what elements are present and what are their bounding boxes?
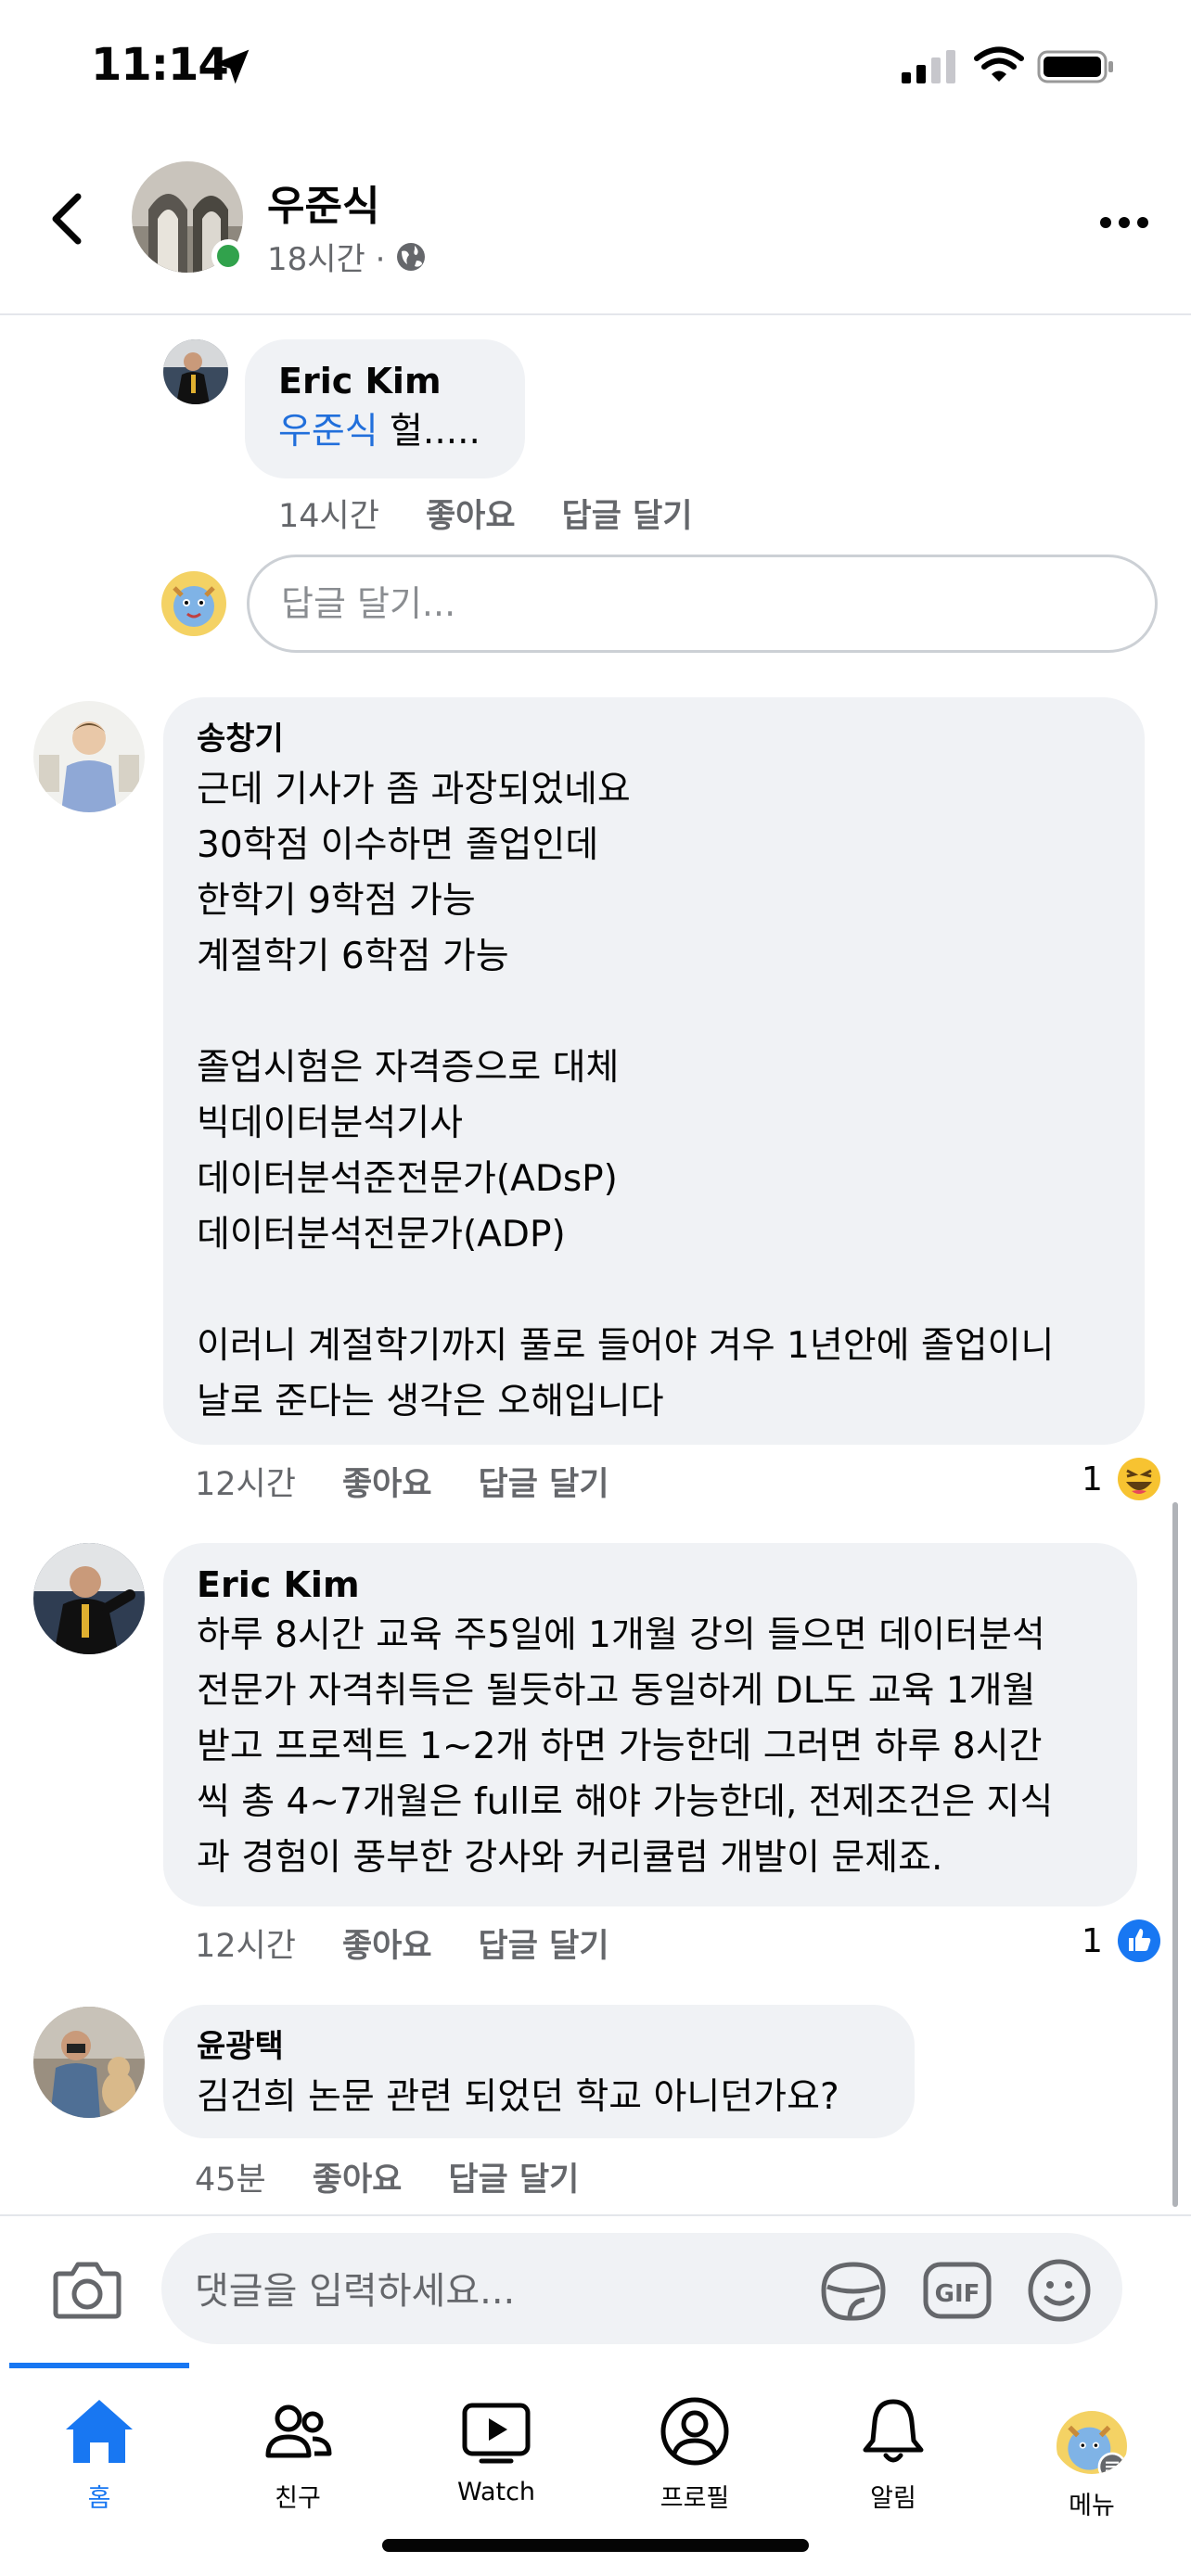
- comment-bubble[interactable]: 윤광택 김건희 논문 관련 되었던 학교 아니던가요?: [163, 2005, 915, 2138]
- tab-label: 알림: [870, 2484, 916, 2513]
- current-user-avatar: [161, 571, 226, 636]
- comment-author[interactable]: 윤광택: [197, 2023, 881, 2070]
- home-indicator[interactable]: [382, 2539, 809, 2552]
- watch-icon: [462, 2403, 531, 2464]
- gif-icon[interactable]: GIF: [922, 2259, 992, 2322]
- more-options-icon[interactable]: [1096, 204, 1152, 241]
- comment-author[interactable]: 송창기: [197, 716, 1111, 762]
- reaction-summary[interactable]: 1: [1082, 1456, 1162, 1502]
- comment-author[interactable]: Eric Kim: [197, 1562, 1104, 1608]
- back-arrow-icon[interactable]: [45, 191, 91, 247]
- scrollbar[interactable]: [1172, 1502, 1178, 2207]
- friends-icon: [265, 2404, 332, 2458]
- tab-label: Watch: [456, 2478, 536, 2506]
- haha-emoji-icon: [1117, 1458, 1160, 1500]
- mention-link[interactable]: 우준식: [278, 411, 378, 453]
- like-button[interactable]: 좋아요: [342, 1458, 432, 1505]
- tab-label: 친구: [275, 2484, 321, 2513]
- wifi-icon: [974, 46, 1024, 82]
- comment-actions: 12시간 좋아요 답글 달기: [195, 1919, 609, 1967]
- reply-button[interactable]: 답글 달기: [479, 1919, 609, 1967]
- reaction-summary[interactable]: 1: [1082, 1918, 1162, 1964]
- comment-bubble[interactable]: Eric Kim 하루 8시간 교육 주5일에 1개월 강의 들으면 데이터분석…: [163, 1543, 1137, 1906]
- tab-label: 메뉴: [1069, 2492, 1115, 2520]
- comment-bubble[interactable]: Eric Kim 우준식 헐.....: [245, 339, 525, 478]
- globe-public-icon: [397, 242, 426, 271]
- reaction-count: 1: [1082, 1460, 1103, 1498]
- battery-icon: [1037, 50, 1113, 83]
- post-author-name[interactable]: 우준식: [267, 172, 379, 232]
- tab-label: 프로필: [660, 2484, 730, 2513]
- tab-label: 홈: [87, 2484, 111, 2513]
- location-arrow-icon: [214, 49, 250, 84]
- comment-time: 12시간: [195, 1466, 296, 1503]
- like-button[interactable]: 좋아요: [313, 2153, 403, 2200]
- comment-time: 14시간: [278, 498, 379, 535]
- camera-icon[interactable]: [52, 2257, 122, 2322]
- comment-author[interactable]: Eric Kim: [278, 358, 492, 404]
- cellular-signal-icon: [902, 50, 955, 83]
- comment-actions: 14시간 좋아요 답글 달기: [278, 490, 693, 537]
- comment-time: 45분: [195, 2162, 266, 2199]
- status-bar: 11:14: [0, 0, 1191, 139]
- reply-button[interactable]: 답글 달기: [479, 1458, 609, 1505]
- tab-watch[interactable]: Watch: [408, 2379, 584, 2528]
- commenter-avatar[interactable]: [33, 2007, 145, 2118]
- comment-actions: 12시간 좋아요 답글 달기: [195, 1458, 609, 1505]
- tab-home[interactable]: 홈: [11, 2379, 187, 2528]
- post-time: 18시간 ·: [267, 241, 386, 278]
- tab-profile[interactable]: 프로필: [607, 2379, 783, 2528]
- like-thumb-icon: [1117, 1919, 1160, 1962]
- comment-actions: 45분 좋아요 답글 달기: [195, 2153, 579, 2200]
- tab-friends[interactable]: 친구: [210, 2379, 386, 2528]
- reply-input[interactable]: 답글 달기...: [247, 555, 1158, 653]
- status-time: 11:14: [91, 39, 229, 91]
- reply-button[interactable]: 답글 달기: [562, 490, 693, 537]
- comment-text: 김건희 논문 관련 되었던 학교 아니던가요?: [197, 2076, 839, 2118]
- online-status-dot: [211, 239, 245, 273]
- comment-text: 우준식 헐.....: [278, 411, 480, 453]
- bell-icon: [863, 2399, 924, 2463]
- comment-bubble[interactable]: 송창기 근데 기사가 좀 과장되었네요 30학점 이수하면 졸업인데 한학기 9…: [163, 697, 1145, 1445]
- commenter-avatar[interactable]: [33, 1543, 145, 1654]
- reply-button[interactable]: 답글 달기: [448, 2153, 579, 2200]
- emoji-icon[interactable]: [1026, 2257, 1093, 2324]
- commenter-avatar[interactable]: [33, 701, 145, 812]
- home-icon: [66, 2400, 133, 2463]
- comment-input[interactable]: 댓글을 입력하세요... GIF: [161, 2233, 1122, 2344]
- comment-text: 근데 기사가 좀 과장되었네요 30학점 이수하면 졸업인데 한학기 9학점 가…: [197, 769, 1055, 1422]
- reaction-count: 1: [1082, 1921, 1103, 1960]
- sticker-icon[interactable]: [818, 2259, 889, 2324]
- menu-avatar-icon: [1052, 2394, 1132, 2474]
- comment-text: 하루 8시간 교육 주5일에 1개월 강의 들으면 데이터분석 전문가 자격취득…: [197, 1614, 1054, 1879]
- comment-time: 12시간: [195, 1928, 296, 1965]
- profile-icon: [660, 2397, 729, 2466]
- commenter-avatar[interactable]: [163, 339, 228, 404]
- post-header: 우준식 18시간 ·: [0, 139, 1191, 315]
- comment-composer: 댓글을 입력하세요... GIF: [0, 2214, 1191, 2363]
- like-button[interactable]: 좋아요: [342, 1919, 432, 1967]
- tab-menu[interactable]: 메뉴: [1004, 2379, 1180, 2528]
- post-meta: 18시간 ·: [267, 234, 428, 279]
- active-tab-indicator: [9, 2363, 189, 2368]
- like-button[interactable]: 좋아요: [426, 490, 516, 537]
- svg-text:GIF: GIF: [935, 2280, 980, 2308]
- tab-notifications[interactable]: 알림: [805, 2379, 981, 2528]
